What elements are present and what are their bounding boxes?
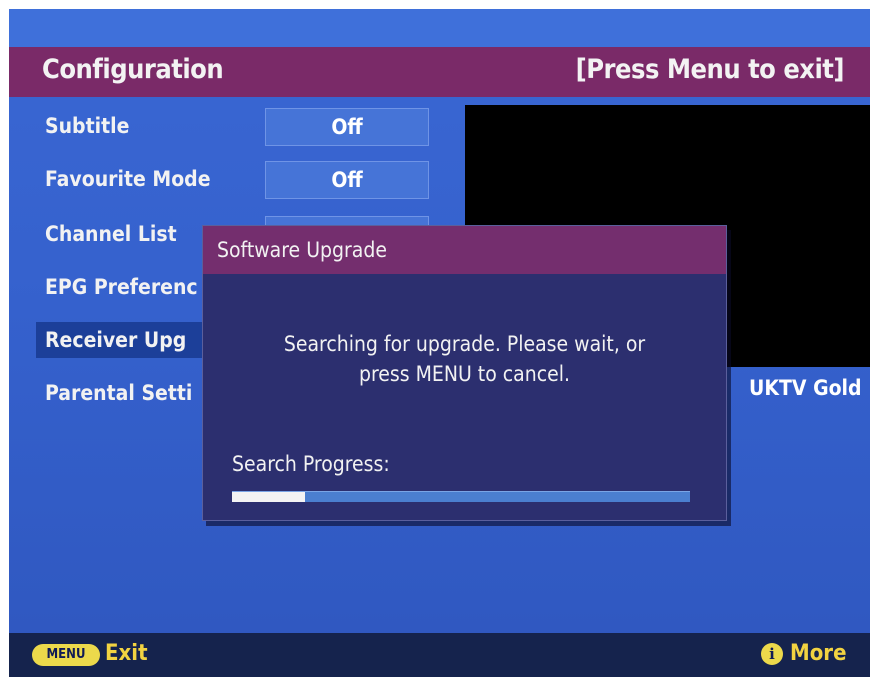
exit-label[interactable]: Exit — [105, 641, 148, 666]
tv-screen: Configuration [Press Menu to exit] Subti… — [9, 9, 870, 677]
menu-button-icon[interactable]: MENU — [32, 644, 100, 666]
menu-item-epg-preferences[interactable]: EPG Preferenc — [45, 269, 198, 305]
dialog-message-line-1: Searching for upgrade. Please wait, or — [283, 332, 646, 356]
subtitle-value[interactable]: Off — [265, 108, 429, 146]
dialog-title: Software Upgrade — [203, 226, 726, 274]
favourite-mode-value[interactable]: Off — [265, 161, 429, 199]
more-label[interactable]: More — [790, 641, 847, 666]
channel-name: UKTV Gold — [749, 376, 862, 400]
search-progress-fill — [232, 492, 305, 502]
title-bar: Configuration [Press Menu to exit] — [9, 47, 870, 97]
search-progress-bar — [232, 491, 690, 502]
menu-item-parental-settings[interactable]: Parental Setti — [45, 375, 192, 411]
exit-hint: [Press Menu to exit] — [575, 54, 845, 85]
menu-item-receiver-upgrade[interactable]: Receiver Upg — [36, 322, 230, 358]
progress-label: Search Progress: — [232, 452, 390, 476]
info-icon[interactable]: i — [761, 643, 783, 665]
menu-item-favourite-mode[interactable]: Favourite Mode — [45, 161, 211, 197]
software-upgrade-dialog: Software Upgrade Searching for upgrade. … — [202, 225, 727, 521]
menu-item-subtitle[interactable]: Subtitle — [45, 108, 129, 144]
menu-item-channel-list[interactable]: Channel List — [45, 216, 177, 252]
dialog-message: Searching for upgrade. Please wait, or p… — [203, 329, 726, 389]
dialog-message-line-2: press MENU to cancel. — [359, 362, 570, 386]
footer-bar: MENU Exit i More — [9, 633, 870, 677]
top-strip — [9, 9, 870, 47]
page-title: Configuration — [42, 54, 224, 85]
